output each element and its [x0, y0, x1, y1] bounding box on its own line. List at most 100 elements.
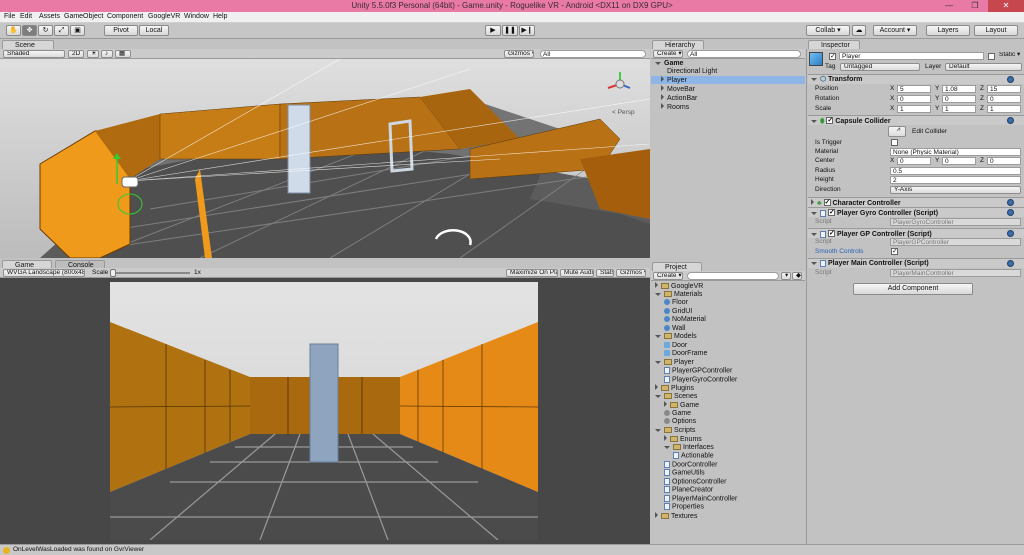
static-dropdown[interactable]: Static ▾ [996, 52, 1023, 60]
lighting-icon[interactable]: ☀ [87, 50, 99, 58]
game-gizmos-dropdown[interactable]: Gizmos ▾ [616, 269, 646, 277]
resolution-dropdown[interactable]: WVGA Landscape (800x480) [3, 269, 85, 277]
filter-type-icon[interactable]: ▾ [781, 272, 791, 280]
scale-slider[interactable] [112, 272, 190, 274]
effects-icon[interactable]: ▦ [115, 50, 131, 58]
persp-label[interactable]: < Persp [612, 109, 635, 117]
hierarchy-search-input[interactable]: All [687, 50, 801, 58]
scale-tool-button[interactable]: ⤢ [54, 25, 69, 36]
project-item[interactable]: PlaneCreator [664, 486, 713, 494]
edit-collider-button[interactable]: ⩘ [888, 126, 906, 137]
height-field[interactable]: 2 [890, 176, 1021, 184]
center-y-field[interactable]: 0 [942, 157, 976, 165]
rect-tool-button[interactable]: ▣ [70, 25, 85, 36]
maximize-button[interactable]: ❐ [962, 0, 988, 12]
project-item[interactable]: DoorController [664, 460, 718, 469]
hierarchy-scene-game[interactable]: Game [655, 60, 683, 68]
game-viewport[interactable] [0, 278, 650, 544]
scale-y-field[interactable]: 1 [942, 105, 976, 113]
static-checkbox[interactable] [988, 53, 995, 60]
project-create-dropdown[interactable]: Create ▾ [653, 272, 683, 280]
character-controller-header[interactable]: ♣ Character Controller [808, 197, 1024, 207]
project-item[interactable]: Interfaces [664, 444, 714, 452]
hierarchy-item-movebar[interactable]: MoveBar [661, 85, 695, 94]
main-controller-header[interactable]: Player Main Controller (Script) [808, 258, 1024, 268]
active-checkbox[interactable] [829, 52, 836, 60]
project-item[interactable]: Textures [655, 511, 697, 521]
mute-audio-toggle[interactable]: Mute Audio [560, 269, 594, 277]
2d-toggle[interactable]: 2D [68, 50, 84, 58]
project-item[interactable]: Options [664, 418, 696, 426]
project-item[interactable]: PlayerMainController [664, 494, 737, 503]
project-item[interactable]: Game [664, 410, 691, 418]
pause-button[interactable]: ❚❚ [502, 25, 518, 36]
minimize-button[interactable]: — [936, 0, 962, 12]
project-item[interactable]: PlayerGPController [664, 367, 732, 375]
scene-gizmos-dropdown[interactable]: Gizmos ▾ [504, 50, 534, 58]
local-toggle[interactable]: Local [139, 25, 169, 36]
smooth-controls-checkbox[interactable] [891, 247, 898, 255]
hierarchy-item-directional-light[interactable]: Directional Light [667, 68, 717, 76]
transform-header[interactable]: ⬡ Transform [808, 74, 1024, 84]
project-item[interactable]: Materials [655, 291, 702, 299]
step-button[interactable]: ▶❙ [519, 25, 535, 36]
position-y-field[interactable]: 1.08 [942, 85, 976, 93]
scale-z-field[interactable]: 1 [987, 105, 1021, 113]
layout-dropdown[interactable]: Layout [974, 25, 1018, 36]
hierarchy-item-player[interactable]: Player [661, 76, 687, 85]
help-icon[interactable] [1007, 260, 1014, 267]
scene-viewport[interactable]: < Persp [0, 59, 650, 258]
account-dropdown[interactable]: Account ▾ [873, 25, 917, 36]
rotate-tool-button[interactable]: ↻ [38, 25, 53, 36]
project-item[interactable]: Models [655, 333, 697, 341]
layers-dropdown[interactable]: Layers [926, 25, 970, 36]
cloud-icon[interactable]: ☁ [852, 25, 866, 36]
audio-icon[interactable]: ♪ [101, 50, 113, 58]
close-button[interactable]: ✕ [988, 0, 1024, 12]
filter-label-icon[interactable]: ◆ [792, 272, 802, 280]
project-item[interactable]: Scripts [655, 427, 695, 435]
project-item[interactable]: NoMaterial [664, 316, 706, 324]
tag-dropdown[interactable]: Untagged [840, 63, 920, 71]
menu-gameobject[interactable]: GameObject [64, 13, 103, 20]
center-z-field[interactable]: 0 [987, 157, 1021, 165]
project-item[interactable]: Wall [664, 325, 685, 333]
gyro-controller-header[interactable]: Player Gyro Controller (Script) [808, 207, 1024, 217]
menu-component[interactable]: Component [107, 13, 143, 20]
menu-googlevr[interactable]: GoogleVR [148, 13, 180, 20]
direction-dropdown[interactable]: Y-Axis [890, 186, 1021, 194]
play-button[interactable]: ▶ [485, 25, 501, 36]
project-item[interactable]: DoorFrame [664, 350, 707, 358]
project-item[interactable]: GridUI [664, 308, 692, 316]
project-item[interactable]: Player [655, 359, 694, 367]
project-item[interactable]: GameUtils [664, 469, 705, 477]
project-item[interactable]: Door [664, 342, 687, 350]
rotation-x-field[interactable]: 0 [897, 95, 931, 103]
status-bar[interactable]: OnLevelWasLoaded was found on GvrViewer [0, 544, 1024, 555]
pivot-toggle[interactable]: Pivot [104, 25, 138, 36]
rotation-z-field[interactable]: 0 [987, 95, 1021, 103]
position-x-field[interactable]: 5 [897, 85, 931, 93]
add-component-button[interactable]: Add Component [853, 283, 973, 295]
stats-toggle[interactable]: Stats [596, 269, 614, 277]
capsule-collider-header[interactable]: ⬮ Capsule Collider [808, 115, 1024, 125]
help-icon[interactable] [1007, 199, 1014, 206]
hierarchy-item-actionbar[interactable]: ActionBar [661, 94, 697, 103]
menu-help[interactable]: Help [213, 13, 227, 20]
help-icon[interactable] [1007, 209, 1014, 216]
scale-slider-thumb[interactable] [110, 269, 116, 277]
gp-controller-header[interactable]: Player GP Controller (Script) [808, 228, 1024, 238]
hand-tool-button[interactable]: ✋ [6, 25, 21, 36]
material-field[interactable]: None (Physic Material) [890, 148, 1021, 156]
center-x-field[interactable]: 0 [897, 157, 931, 165]
gp-enabled-checkbox[interactable] [828, 229, 835, 238]
project-item[interactable]: Properties [664, 503, 704, 511]
project-item[interactable]: PlayerGyroController [664, 375, 737, 384]
maximize-on-play-toggle[interactable]: Maximize On Play [506, 269, 558, 277]
project-item[interactable]: Scenes [655, 393, 697, 401]
layer-dropdown[interactable]: Default [945, 63, 1022, 71]
collider-enabled-checkbox[interactable] [826, 116, 834, 125]
menu-file[interactable]: File [4, 13, 15, 20]
menu-window[interactable]: Window [184, 13, 209, 20]
shading-mode-dropdown[interactable]: Shaded [3, 50, 65, 58]
